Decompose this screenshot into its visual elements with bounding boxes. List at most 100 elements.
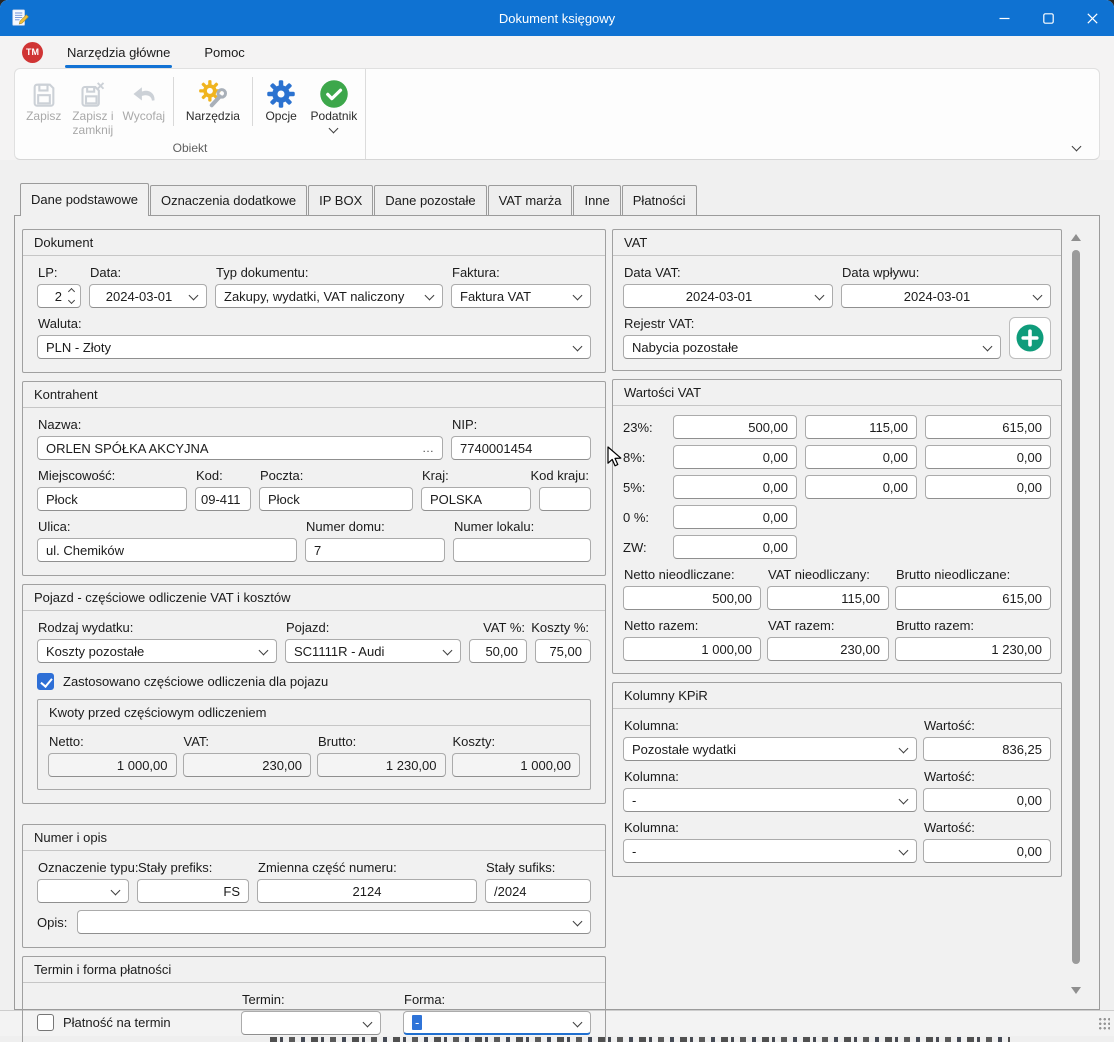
maximize-button[interactable] [1026,0,1070,36]
tab-vat-marza[interactable]: VAT marża [488,185,573,215]
staly-sufiks-field[interactable]: /2024 [485,879,591,903]
vat23-netto-field[interactable]: 500,00 [673,415,797,439]
netto-razem-field[interactable]: 1 000,00 [623,637,761,661]
app-logo[interactable]: TM [22,42,43,63]
czesciowe-odliczenia-checkbox[interactable] [37,673,54,690]
resize-grip[interactable] [1098,1017,1110,1031]
ellipsis-button[interactable]: … [422,441,435,455]
kod-kraju-field[interactable] [539,487,591,511]
narzedzia-button[interactable]: Narzędzia [179,74,246,140]
ribbon-tab-narzedzia-glowne[interactable]: Narzędzia główne [57,36,180,68]
brutto-nieodliczane-field[interactable]: 615,00 [895,586,1051,610]
kpir-kolumna-2-combo[interactable]: - [623,788,917,812]
kraj-field[interactable]: POLSKA [421,487,531,511]
brutto-razem-label: Brutto razem: [896,618,1050,633]
ribbon-collapse-chevron-icon[interactable] [1067,139,1085,153]
zmienna-czesc-field[interactable]: 2124 [257,879,477,903]
vat23-vat-field[interactable]: 115,00 [805,415,917,439]
kwoty-brutto-field[interactable]: 1 230,00 [317,753,446,777]
ribbon-tab-pomoc[interactable]: Pomoc [194,36,254,68]
tab-inne[interactable]: Inne [573,185,620,215]
kpir-wartosc-3-field[interactable]: 0,00 [923,839,1051,863]
kwoty-vat-field[interactable]: 230,00 [183,753,312,777]
spinner-arrows-icon[interactable] [69,289,74,303]
button-label: Zapisz [26,110,61,124]
kwoty-netto-field[interactable]: 1 000,00 [48,753,177,777]
vat-proc-field[interactable]: 50,00 [469,639,527,663]
typ-dokumentu-label: Typ dokumentu: [216,265,442,280]
numer-lokalu-field[interactable] [453,538,591,562]
staly-prefiks-field[interactable]: FS [137,879,249,903]
value: 0,00 [1017,844,1042,859]
vat0-netto-field[interactable]: 0,00 [673,505,797,529]
vat8-netto-field[interactable]: 0,00 [673,445,797,469]
brutto-razem-field[interactable]: 1 230,00 [895,637,1051,661]
tab-platnosci[interactable]: Płatności [622,185,697,215]
vat5-netto-field[interactable]: 0,00 [673,475,797,499]
podatnik-button[interactable]: Podatnik [305,74,363,140]
wycofaj-button: Wycofaj [119,74,168,140]
rodzaj-wydatku-label: Rodzaj wydatku: [38,620,276,635]
tab-dane-pozostale[interactable]: Dane pozostałe [374,185,486,215]
window-controls [982,0,1114,36]
lp-spinner[interactable]: 2 [37,284,81,308]
vat5-vat-field[interactable]: 0,00 [805,475,917,499]
button-label: Podatnik [311,110,358,124]
forma-combo[interactable]: - [403,1011,591,1035]
numer-lokalu-label: Numer lokalu: [454,519,590,534]
vat-nieodliczany-field[interactable]: 115,00 [767,586,889,610]
gear-icon [266,78,296,110]
data-wplywu-combo[interactable]: 2024-03-01 [841,284,1051,308]
ulica-field[interactable]: ul. Chemików [37,538,297,562]
oznaczenie-typu-combo[interactable] [37,879,129,903]
minimize-button[interactable] [982,0,1026,36]
vat23-brutto-field[interactable]: 615,00 [925,415,1051,439]
tab-ip-box[interactable]: IP BOX [308,185,373,215]
nazwa-field[interactable]: ORLEN SPÓŁKA AKCYJNA … [37,436,443,460]
close-button[interactable] [1070,0,1114,36]
platnosc-na-termin-checkbox[interactable] [37,1014,54,1031]
kolumna-label: Kolumna: [624,820,916,835]
vat-razem-field[interactable]: 230,00 [767,637,889,661]
kpir-kolumna-1-combo[interactable]: Pozostałe wydatki [623,737,917,761]
kpir-kolumna-3-combo[interactable]: - [623,839,917,863]
faktura-combo[interactable]: Faktura VAT [451,284,591,308]
vat8-vat-field[interactable]: 0,00 [805,445,917,469]
poczta-field[interactable]: Płock [259,487,413,511]
kwoty-koszty-field[interactable]: 1 000,00 [452,753,581,777]
value: 615,00 [1002,591,1042,606]
typ-dokumentu-combo[interactable]: Zakupy, wydatki, VAT naliczony [215,284,443,308]
data-combo[interactable]: 2024-03-01 [89,284,207,308]
numer-domu-field[interactable]: 7 [305,538,445,562]
termin-combo[interactable] [241,1011,381,1035]
vertical-scrollbar[interactable] [1068,228,1085,1000]
vat8-brutto-field[interactable]: 0,00 [925,445,1051,469]
miejscowosc-field[interactable]: Płock [37,487,187,511]
kpir-wartosc-1-field[interactable]: 836,25 [923,737,1051,761]
netto-nieodliczane-field[interactable]: 500,00 [623,586,761,610]
waluta-combo[interactable]: PLN - Złoty [37,335,591,359]
add-vat-register-button[interactable] [1009,317,1051,359]
value: 0,00 [763,450,788,465]
typ-dokumentu-value: Zakupy, wydatki, VAT naliczony [224,289,404,304]
scrollbar-thumb[interactable] [1072,250,1080,964]
rejestr-vat-combo[interactable]: Nabycia pozostałe [623,335,1001,359]
tab-dane-podstawowe[interactable]: Dane podstawowe [20,183,149,216]
kpir-wartosc-2-field[interactable]: 0,00 [923,788,1051,812]
pojazd-combo[interactable]: SC1111R - Audi [285,639,461,663]
tab-oznaczenia-dodatkowe[interactable]: Oznaczenia dodatkowe [150,185,307,215]
koszty-proc-field[interactable]: 75,00 [535,639,591,663]
opcje-button[interactable]: Opcje [257,74,304,140]
vat-zw-netto-field[interactable]: 0,00 [673,535,797,559]
scroll-up-icon[interactable] [1071,234,1081,241]
vat5-brutto-field[interactable]: 0,00 [925,475,1051,499]
opis-combo[interactable] [77,910,591,934]
kod-field[interactable]: 09-411 [195,487,251,511]
scroll-down-icon[interactable] [1071,987,1081,994]
group-termin-platnosci: Termin i forma płatności Płatność na ter… [22,956,606,1042]
button-label: Wycofaj [123,110,166,124]
data-vat-combo[interactable]: 2024-03-01 [623,284,833,308]
group-title: Dokument [23,230,605,256]
rodzaj-wydatku-combo[interactable]: Koszty pozostałe [37,639,277,663]
nip-field[interactable]: 7740001454 [451,436,591,460]
